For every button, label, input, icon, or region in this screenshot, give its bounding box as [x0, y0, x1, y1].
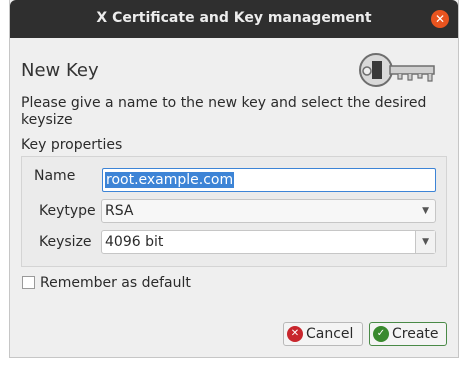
dialog-heading: New Key: [21, 60, 99, 81]
chevron-down-icon: ▼: [422, 206, 429, 216]
cancel-button[interactable]: ✕ Cancel: [283, 322, 363, 346]
title-bar[interactable]: X Certificate and Key management ✕: [10, 0, 458, 38]
keysize-dropdown-button[interactable]: ▼: [415, 231, 435, 253]
cancel-icon: ✕: [287, 326, 303, 342]
keysize-combobox[interactable]: 4096 bit ▼: [101, 230, 436, 254]
key-icon: [358, 52, 440, 92]
create-label: Create: [392, 326, 439, 342]
keytype-value: RSA: [105, 203, 134, 219]
close-icon: ✕: [434, 12, 446, 26]
keysize-value: 4096 bit: [105, 234, 164, 250]
remember-default-label[interactable]: Remember as default: [40, 275, 191, 291]
chevron-down-icon: ▼: [422, 237, 429, 247]
key-properties-label: Key properties: [21, 137, 123, 153]
cancel-label: Cancel: [306, 326, 354, 342]
check-icon: ✓: [373, 326, 389, 342]
keytype-select[interactable]: RSA ▼: [101, 199, 436, 223]
name-label: Name: [34, 168, 76, 184]
dialog-description: Please give a name to the new key and se…: [21, 95, 427, 128]
name-field[interactable]: root.example.com: [102, 168, 436, 192]
name-value: root.example.com: [105, 172, 235, 188]
close-button[interactable]: ✕: [431, 10, 449, 28]
keysize-label: Keysize: [39, 234, 92, 250]
remember-default-checkbox[interactable]: [22, 276, 35, 289]
create-button[interactable]: ✓ Create: [369, 322, 447, 346]
keytype-label: Keytype: [39, 203, 96, 219]
window-title: X Certificate and Key management: [96, 10, 372, 26]
